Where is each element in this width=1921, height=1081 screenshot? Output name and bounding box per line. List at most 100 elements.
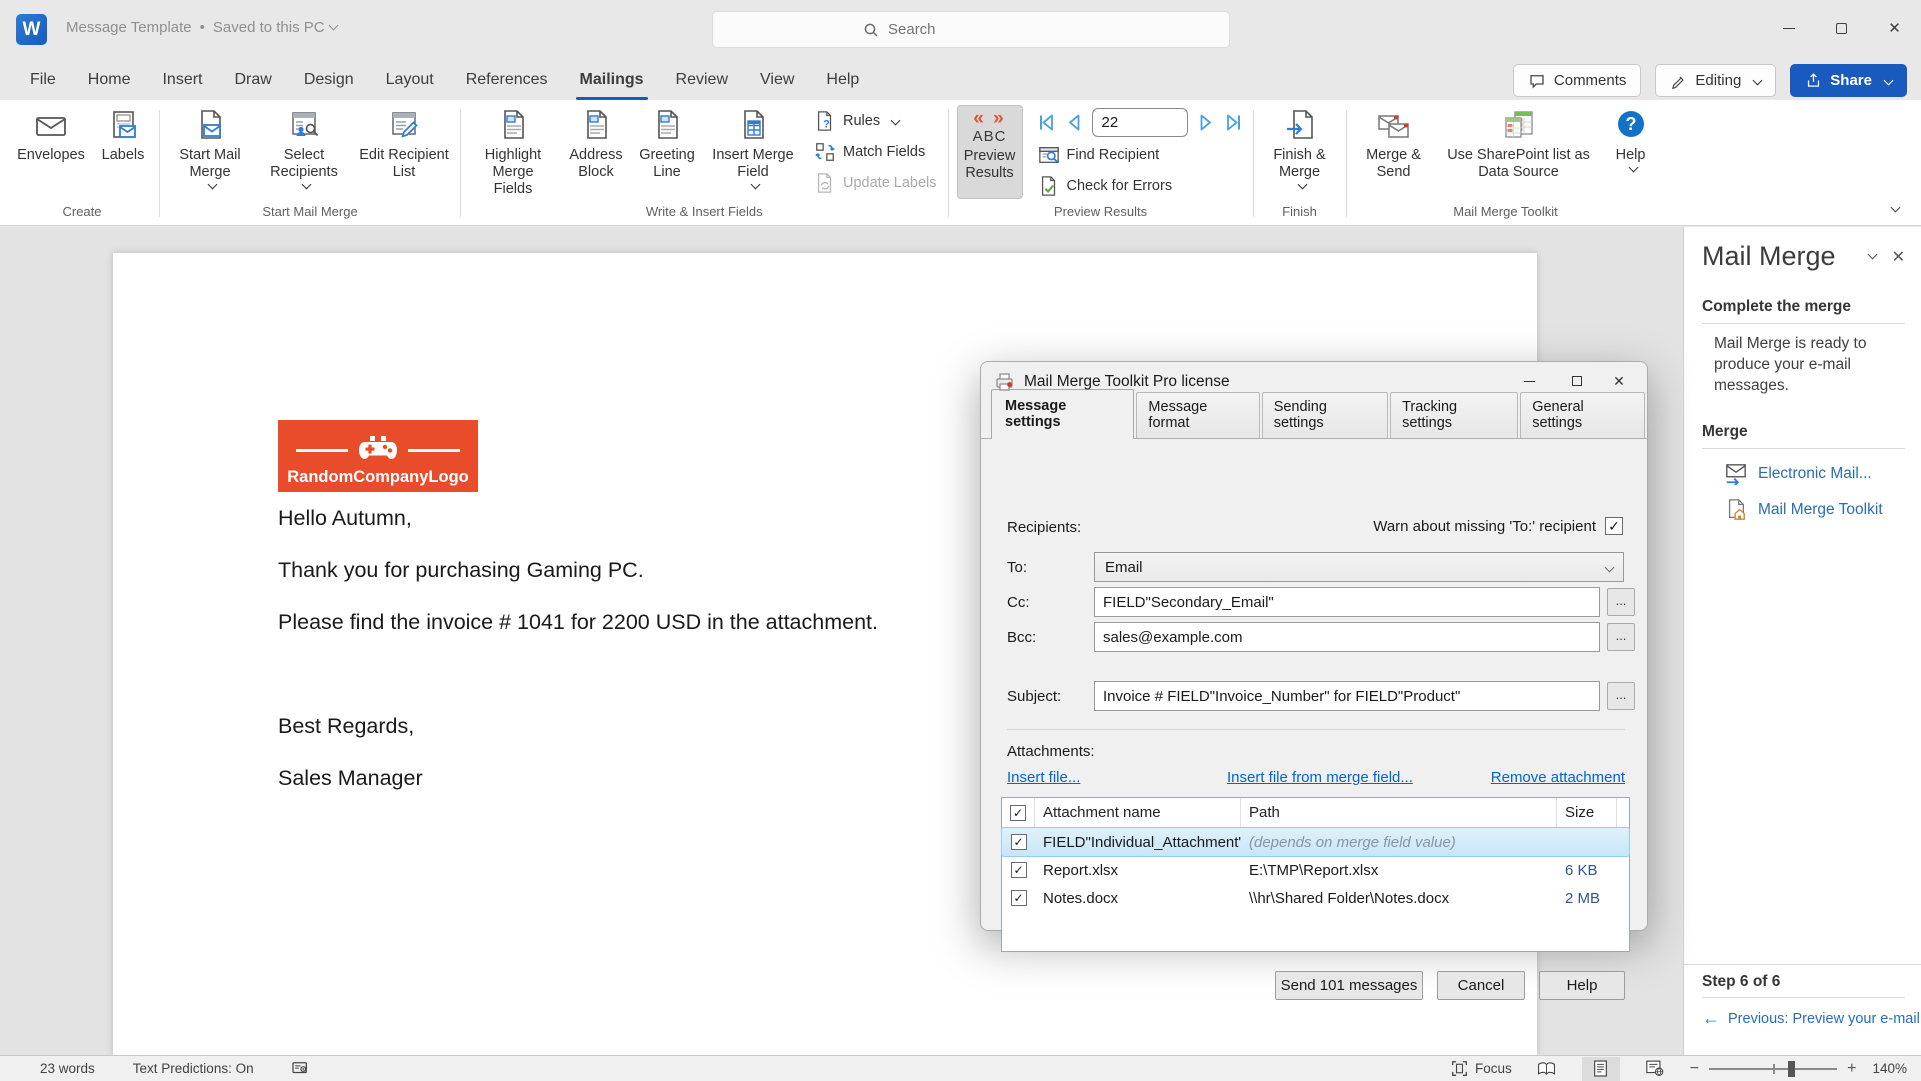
- tab-insert[interactable]: Insert: [146, 60, 218, 100]
- insert-merge-field-label: Insert Merge Field: [708, 147, 798, 181]
- match-fields-button[interactable]: Match Fields: [808, 136, 943, 167]
- tab-design[interactable]: Design: [288, 60, 370, 100]
- company-logo[interactable]: RandomCompanyLogo: [278, 420, 478, 492]
- sharepoint-list-button[interactable]: Use SharePoint list as Data Source: [1439, 105, 1599, 185]
- last-record-button[interactable]: [1223, 112, 1244, 133]
- toolkit-help-button[interactable]: ? Help: [1605, 105, 1657, 175]
- share-button[interactable]: Share: [1790, 64, 1907, 97]
- pane-options-button[interactable]: [1864, 248, 1876, 266]
- tab-layout[interactable]: Layout: [370, 60, 450, 100]
- help-button[interactable]: Help: [1539, 971, 1625, 1000]
- greeting-line-button[interactable]: Greeting Line: [635, 105, 699, 185]
- merge-and-send-button[interactable]: Merge & Send: [1355, 105, 1433, 185]
- row-checkbox-cell[interactable]: ✓: [1002, 862, 1035, 878]
- minimize-button[interactable]: [1762, 0, 1815, 56]
- preview-results-button[interactable]: « » ABC Preview Results: [957, 105, 1023, 199]
- search-box[interactable]: [712, 11, 1230, 48]
- remove-attachment-link[interactable]: Remove attachment: [1491, 769, 1625, 786]
- bcc-browse-button[interactable]: ...: [1607, 623, 1635, 651]
- focus-mode-button[interactable]: Focus: [1451, 1060, 1512, 1077]
- next-record-button[interactable]: [1195, 112, 1216, 133]
- edit-recipient-list-button[interactable]: Edit Recipient List: [356, 105, 452, 185]
- collapse-ribbon-button[interactable]: [1887, 201, 1899, 219]
- word-count[interactable]: 23 words: [40, 1061, 95, 1076]
- comments-button[interactable]: Comments: [1513, 64, 1642, 97]
- dialog-close-button[interactable]: ✕: [1597, 362, 1641, 400]
- tab-review[interactable]: Review: [660, 60, 744, 100]
- send-messages-button[interactable]: Send 101 messages: [1275, 971, 1423, 1000]
- read-mode-button[interactable]: [1528, 1057, 1566, 1081]
- zoom-slider[interactable]: − +: [1690, 1060, 1857, 1078]
- insert-file-link[interactable]: Insert file...: [1007, 769, 1080, 786]
- tab-file[interactable]: File: [14, 60, 72, 100]
- tab-draw[interactable]: Draw: [218, 60, 287, 100]
- checkbox[interactable]: ✓: [1010, 805, 1026, 821]
- checkbox[interactable]: ✓: [1011, 834, 1027, 850]
- maximize-button[interactable]: [1815, 0, 1868, 56]
- attachments-table[interactable]: ✓Attachment namePathSize✓FIELD"Individua…: [1001, 797, 1630, 952]
- gamepad-icon: [357, 435, 399, 465]
- checkbox[interactable]: ✓: [1011, 890, 1027, 906]
- send-messages-label: Send 101 messages: [1281, 977, 1418, 994]
- attachment-row[interactable]: ✓Report.xlsxE:\TMP\Report.xlsx6 KB: [1002, 856, 1629, 884]
- attachments-table-header[interactable]: ✓Attachment namePathSize: [1002, 798, 1629, 828]
- subject-input[interactable]: [1094, 681, 1600, 711]
- envelopes-button[interactable]: Envelopes: [13, 105, 89, 168]
- zoom-track[interactable]: [1709, 1068, 1837, 1070]
- editing-button[interactable]: Editing: [1655, 64, 1776, 97]
- cc-browse-button[interactable]: ...: [1607, 588, 1635, 616]
- dialog-minimize-button[interactable]: [1507, 362, 1551, 400]
- dialog-maximize-button[interactable]: [1555, 362, 1599, 400]
- to-dropdown[interactable]: Email: [1094, 552, 1624, 582]
- word-app-icon[interactable]: W: [16, 14, 47, 45]
- saved-status[interactable]: Saved to this PC: [213, 19, 337, 36]
- checkbox[interactable]: ✓: [1011, 862, 1027, 878]
- dialog-title-bar[interactable]: Mail Merge Toolkit Pro license ✕: [981, 362, 1647, 402]
- first-record-button[interactable]: [1036, 112, 1057, 133]
- insert-from-merge-field-link[interactable]: Insert file from merge field...: [1227, 769, 1413, 786]
- tab-mailings[interactable]: Mailings: [564, 60, 660, 100]
- previous-step-link[interactable]: ← Previous: Preview your e-mail m: [1702, 1008, 1921, 1029]
- text-predictions-icon[interactable]: [292, 1061, 310, 1077]
- tab-help[interactable]: Help: [810, 60, 875, 100]
- select-recipients-button[interactable]: Select Recipients: [258, 105, 350, 192]
- row-checkbox-cell[interactable]: ✓: [1002, 834, 1035, 850]
- update-labels-button[interactable]: Update Labels: [808, 167, 943, 198]
- previous-record-button[interactable]: [1064, 112, 1085, 133]
- zoom-out-button[interactable]: −: [1690, 1060, 1699, 1078]
- rules-button[interactable]: ? Rules: [808, 105, 943, 136]
- cc-input[interactable]: [1094, 587, 1600, 617]
- close-button[interactable]: ✕: [1868, 0, 1921, 56]
- web-layout-button[interactable]: [1636, 1057, 1674, 1081]
- text-predictions-status[interactable]: Text Predictions: On: [133, 1061, 254, 1076]
- start-mail-merge-button[interactable]: Start Mail Merge: [168, 105, 252, 192]
- search-input[interactable]: [888, 21, 1148, 38]
- electronic-mail-link[interactable]: Electronic Mail...: [1724, 463, 1921, 485]
- warn-missing-to-checkbox[interactable]: ✓: [1605, 517, 1623, 535]
- find-recipient-button[interactable]: Find Recipient: [1032, 139, 1248, 170]
- subject-browse-button[interactable]: ...: [1607, 682, 1635, 710]
- cancel-button[interactable]: Cancel: [1437, 971, 1525, 1000]
- tab-view[interactable]: View: [744, 60, 810, 100]
- row-checkbox-cell[interactable]: ✓: [1002, 890, 1035, 906]
- finish-merge-button[interactable]: Finish & Merge: [1262, 105, 1338, 192]
- record-number-input[interactable]: [1092, 108, 1188, 137]
- share-icon: [1805, 72, 1822, 89]
- bcc-input[interactable]: [1094, 622, 1600, 652]
- insert-merge-field-button[interactable]: Insert Merge Field: [705, 105, 801, 192]
- zoom-in-button[interactable]: +: [1847, 1060, 1856, 1078]
- attachment-row[interactable]: ✓Notes.docx\\hr\Shared Folder\Notes.docx…: [1002, 884, 1629, 912]
- tab-references[interactable]: References: [450, 60, 564, 100]
- address-block-button[interactable]: Address Block: [563, 105, 629, 185]
- tab-home[interactable]: Home: [72, 60, 147, 100]
- print-layout-button[interactable]: [1582, 1057, 1620, 1081]
- mail-merge-toolkit-link[interactable]: Mail Merge Toolkit: [1724, 499, 1921, 521]
- attachment-row[interactable]: ✓FIELD"Individual_Attachment"(depends on…: [1002, 828, 1629, 856]
- zoom-thumb[interactable]: [1788, 1061, 1795, 1077]
- pane-close-button[interactable]: ✕: [1892, 247, 1905, 267]
- highlight-merge-fields-button[interactable]: Highlight Merge Fields: [469, 105, 557, 202]
- labels-button[interactable]: Labels: [95, 105, 151, 168]
- zoom-level[interactable]: 140%: [1872, 1061, 1907, 1076]
- check-for-errors-button[interactable]: Check for Errors: [1032, 170, 1248, 201]
- header-checkbox-cell[interactable]: ✓: [1002, 798, 1035, 827]
